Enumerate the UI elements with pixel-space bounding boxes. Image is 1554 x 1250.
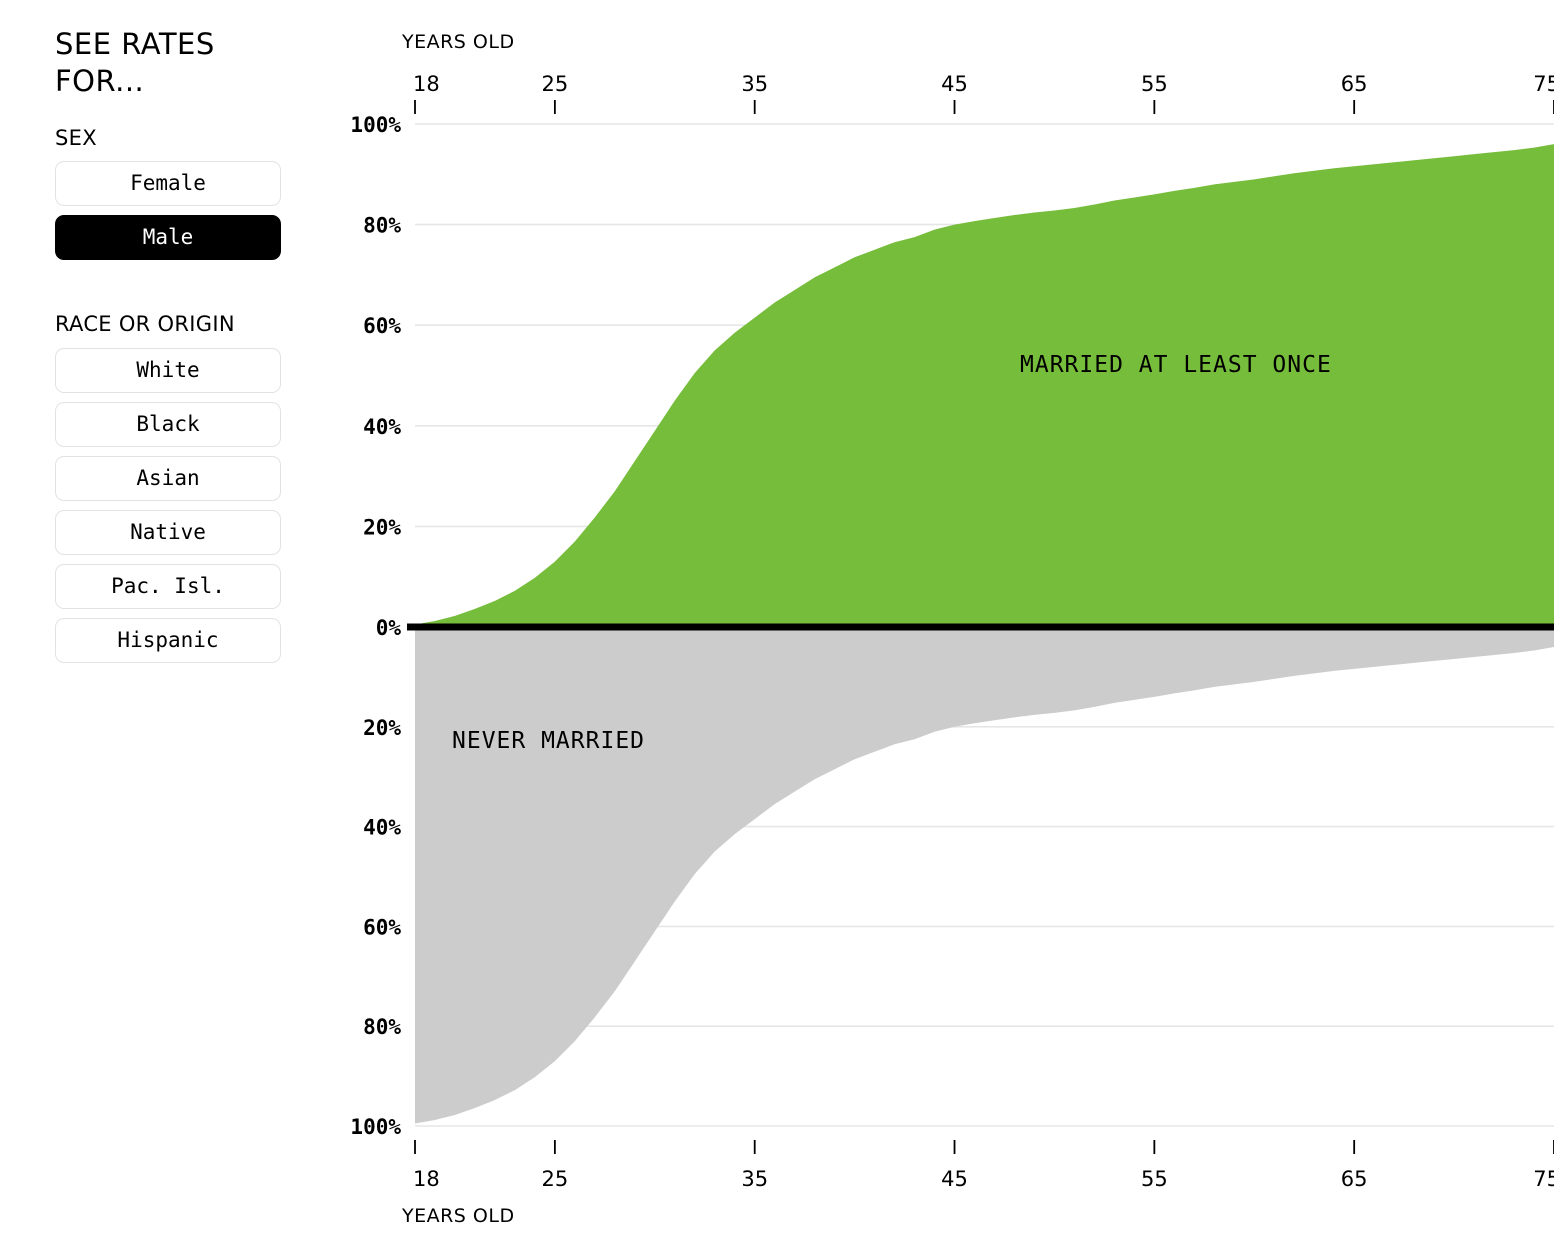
y-tick-bottom-60%: 60% [363, 915, 401, 939]
series-label-married: MARRIED AT LEAST ONCE [1020, 352, 1332, 378]
y-axis-labels-bottom: 20% 40% 60% 80% 100% [350, 716, 401, 1139]
top-axis-tickmarks [414, 100, 1554, 114]
race-option-white[interactable]: White [55, 348, 281, 394]
x-tick-bottom-35: 35 [741, 1167, 768, 1191]
x-tick-top-45: 45 [941, 72, 968, 96]
x-tick-top-35: 35 [741, 72, 768, 96]
x-tick-top-25: 25 [542, 72, 569, 96]
page-title: SEE RATES FOR... [55, 27, 215, 99]
x-tick-top-75: 75 [1533, 72, 1554, 96]
x-tick-bottom-45: 45 [941, 1167, 968, 1191]
filter-group-race: RACE OR ORIGIN White Black Asian Native … [55, 312, 315, 664]
x-tick-bottom-65: 65 [1341, 1167, 1368, 1191]
chart-svg: YEARS OLD 18 25 35 45 55 65 75 0% 20% 40% 60% 80% 1… [350, 31, 1554, 1227]
race-option-pacific-islander[interactable]: Pac. Isl. [55, 564, 281, 610]
marriage-rates-page: SEE RATES FOR... SEX Female Male RACE OR… [0, 0, 1554, 1250]
top-axis-tick-labels: 18 25 35 45 55 65 75 [413, 72, 1554, 96]
race-option-native[interactable]: Native [55, 510, 281, 556]
y-tick-top-100%: 100% [350, 113, 401, 137]
bottom-axis-tick-labels: 18 25 35 45 55 65 75 [413, 1167, 1554, 1191]
y-axis-labels-top: 0% 20% 40% 60% 80% 100% [350, 113, 401, 640]
area-never-married [415, 627, 1554, 1124]
y-tick-top-0%: 0% [376, 616, 402, 640]
x-tick-bottom-18: 18 [413, 1167, 440, 1191]
y-tick-bottom-80%: 80% [363, 1015, 401, 1039]
series-label-never-married: NEVER MARRIED [452, 728, 645, 754]
y-tick-top-60%: 60% [363, 314, 401, 338]
bottom-axis-title: YEARS OLD [401, 1205, 515, 1227]
x-tick-top-18: 18 [413, 72, 440, 96]
y-tick-bottom-20%: 20% [363, 716, 401, 740]
filter-group-race-label: RACE OR ORIGIN [55, 312, 235, 337]
race-option-hispanic[interactable]: Hispanic [55, 618, 281, 664]
y-tick-top-20%: 20% [363, 515, 401, 539]
sex-option-female[interactable]: Female [55, 161, 281, 207]
y-tick-bottom-100%: 100% [350, 1115, 401, 1139]
marriage-rate-chart: YEARS OLD 18 25 35 45 55 65 75 0% 20% 40% 60% 80% 1… [330, 0, 1554, 1250]
area-married-at-least-once [415, 144, 1554, 627]
x-tick-bottom-75: 75 [1533, 1167, 1554, 1191]
sex-option-male[interactable]: Male [55, 215, 281, 261]
filters-sidebar: SEE RATES FOR... SEX Female Male RACE OR… [55, 26, 315, 679]
y-tick-bottom-40%: 40% [363, 816, 401, 840]
y-tick-top-80%: 80% [363, 214, 401, 238]
x-tick-bottom-55: 55 [1141, 1167, 1168, 1191]
x-tick-top-65: 65 [1341, 72, 1368, 96]
filter-group-sex-label: SEX [55, 126, 97, 151]
filter-group-sex: SEX Female Male [55, 126, 315, 261]
x-tick-bottom-25: 25 [542, 1167, 569, 1191]
top-axis-title: YEARS OLD [401, 31, 515, 53]
race-option-asian[interactable]: Asian [55, 456, 281, 502]
x-tick-top-55: 55 [1141, 72, 1168, 96]
race-option-black[interactable]: Black [55, 402, 281, 448]
y-tick-top-40%: 40% [363, 415, 401, 439]
bottom-axis-tickmarks [414, 1140, 1554, 1154]
